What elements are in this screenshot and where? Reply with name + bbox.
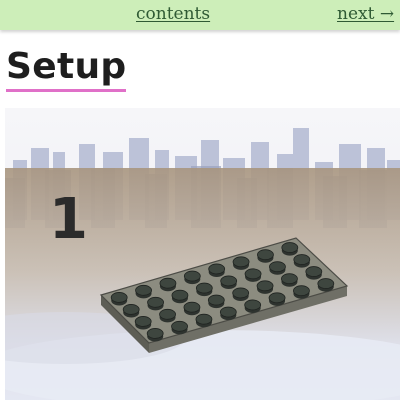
stud: [135, 284, 152, 296]
stud: [220, 275, 238, 287]
stud: [232, 256, 250, 268]
stud: [171, 320, 188, 332]
stud: [256, 280, 274, 292]
top-navigation-bar: contents next →: [0, 0, 400, 30]
stud: [219, 306, 237, 318]
stud: [195, 282, 213, 294]
stud: [159, 308, 176, 320]
step-number: 1: [49, 187, 88, 252]
stud: [232, 287, 250, 299]
step-illustration: 1: [5, 108, 400, 400]
stud: [146, 328, 164, 339]
stud: [269, 261, 286, 273]
stud: [281, 242, 299, 253]
stud: [159, 277, 177, 289]
stud: [268, 292, 286, 304]
stud: [134, 316, 152, 327]
stud: [281, 273, 298, 285]
stud: [171, 289, 189, 301]
stud: [244, 299, 262, 311]
stud: [147, 296, 164, 308]
stud: [195, 313, 213, 325]
stud: [122, 304, 140, 315]
page-title: Setup: [6, 45, 127, 92]
stud: [208, 263, 226, 275]
stud: [207, 294, 225, 306]
contents-link[interactable]: contents: [136, 4, 210, 24]
stud: [317, 278, 335, 289]
stud: [293, 285, 310, 297]
stud: [257, 249, 274, 261]
stud: [293, 254, 311, 265]
stud: [183, 270, 201, 282]
instruction-image: 1: [5, 108, 400, 400]
stud: [183, 301, 201, 313]
stud: [305, 266, 323, 277]
stud: [110, 292, 128, 303]
stud: [244, 268, 262, 280]
next-page-link[interactable]: next →: [337, 4, 394, 24]
